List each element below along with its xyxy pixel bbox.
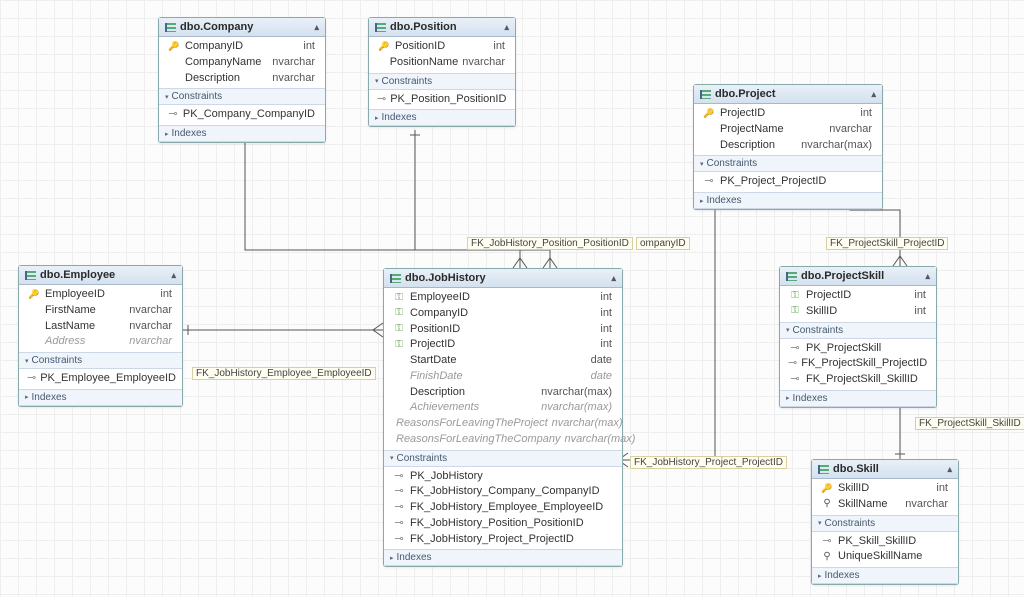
indexes-header[interactable]: ▸Indexes — [384, 549, 622, 566]
entity-jobhistory[interactable]: dbo.JobHistory ▴ EmployeeIDint CompanyID… — [383, 268, 623, 567]
indexes-header[interactable]: ▸Indexes — [159, 125, 325, 142]
indexes-header[interactable]: ▸Indexes — [812, 567, 958, 584]
collapse-icon[interactable]: ▴ — [947, 464, 952, 475]
constraint-row[interactable]: UniqueSkillName — [816, 549, 954, 565]
table-icon — [818, 465, 829, 474]
constraint-row[interactable]: FK_JobHistory_Employee_EmployeeID — [388, 500, 618, 516]
constraints-header[interactable]: ▾Constraints — [780, 322, 936, 339]
indexes-header[interactable]: ▸Indexes — [369, 109, 515, 126]
column-row[interactable]: CompanyIDint — [388, 306, 618, 322]
column-row[interactable]: SkillIDint — [784, 304, 932, 320]
constraints-header[interactable]: ▾Constraints — [694, 155, 882, 172]
column-row[interactable]: CompanyNamenvarchar — [163, 55, 321, 71]
table-icon — [700, 90, 711, 99]
column-row[interactable]: ProjectIDint — [698, 106, 878, 122]
entity-header[interactable]: dbo.Project ▴ — [694, 85, 882, 104]
constraint-row[interactable]: PK_JobHistory — [388, 469, 618, 485]
column-row[interactable]: CompanyIDint — [163, 39, 321, 55]
column-row[interactable]: PositionIDint — [388, 322, 618, 338]
column-row[interactable]: FinishDatedate — [388, 369, 618, 385]
table-icon — [390, 274, 401, 283]
fk-label-jh-emp: FK_JobHistory_Employee_EmployeeID — [192, 367, 376, 380]
column-row[interactable]: ReasonsForLeavingTheCompanynvarchar(max) — [388, 432, 618, 448]
fk-label-jh-pos: FK_JobHistory_Position_PositionID — [467, 237, 633, 250]
entity-title: dbo.Skill — [833, 463, 943, 475]
indexes-header[interactable]: ▸Indexes — [780, 390, 936, 407]
constraints-header[interactable]: ▾Constraints — [19, 352, 182, 369]
entity-company[interactable]: dbo.Company ▴ CompanyIDint CompanyNamenv… — [158, 17, 326, 143]
column-row[interactable]: PositionIDint — [373, 39, 511, 55]
entity-header[interactable]: dbo.Skill ▴ — [812, 460, 958, 479]
column-row[interactable]: Descriptionnvarchar(max) — [388, 385, 618, 401]
entity-title: dbo.Project — [715, 88, 867, 100]
entity-position[interactable]: dbo.Position ▴ PositionIDint PositionNam… — [368, 17, 516, 127]
entity-header[interactable]: dbo.Company ▴ — [159, 18, 325, 37]
collapse-icon[interactable]: ▴ — [504, 22, 509, 33]
constraint-row[interactable]: FK_JobHistory_Company_CompanyID — [388, 484, 618, 500]
entity-employee[interactable]: dbo.Employee ▴ EmployeeIDint FirstNamenv… — [18, 265, 183, 407]
constraint-row[interactable]: PK_Employee_EmployeeID — [23, 371, 178, 387]
entity-title: dbo.JobHistory — [405, 272, 607, 284]
collapse-icon[interactable]: ▴ — [611, 273, 616, 284]
column-row[interactable]: Addressnvarchar — [23, 334, 178, 350]
column-row[interactable]: EmployeeIDint — [388, 290, 618, 306]
entity-title: dbo.Employee — [40, 269, 167, 281]
collapse-icon[interactable]: ▴ — [871, 89, 876, 100]
entity-projectskill[interactable]: dbo.ProjectSkill ▴ ProjectIDint SkillIDi… — [779, 266, 937, 408]
constraint-row[interactable]: PK_ProjectSkill — [784, 341, 932, 357]
entity-skill[interactable]: dbo.Skill ▴ SkillIDint SkillNamenvarchar… — [811, 459, 959, 585]
column-row[interactable]: StartDatedate — [388, 353, 618, 369]
column-row[interactable]: SkillNamenvarchar — [816, 497, 954, 513]
fk-label-ps-skill: FK_ProjectSkill_SkillID — [915, 417, 1024, 430]
entity-header[interactable]: dbo.JobHistory ▴ — [384, 269, 622, 288]
entity-header[interactable]: dbo.Position ▴ — [369, 18, 515, 37]
indexes-header[interactable]: ▸Indexes — [694, 192, 882, 209]
constraint-row[interactable]: FK_JobHistory_Project_ProjectID — [388, 532, 618, 548]
constraints-header[interactable]: ▾Constraints — [384, 450, 622, 467]
constraint-row[interactable]: PK_Skill_SkillID — [816, 534, 954, 550]
constraints-header[interactable]: ▾Constraints — [159, 88, 325, 105]
fk-label-jh-comp: ompanyID — [636, 237, 690, 250]
collapse-icon[interactable]: ▴ — [171, 270, 176, 281]
entity-header[interactable]: dbo.Employee ▴ — [19, 266, 182, 285]
constraint-row[interactable]: PK_Company_CompanyID — [163, 107, 321, 123]
constraint-row[interactable]: FK_ProjectSkill_SkillID — [784, 372, 932, 388]
constraint-row[interactable]: FK_JobHistory_Position_PositionID — [388, 516, 618, 532]
column-row[interactable]: SkillIDint — [816, 481, 954, 497]
constraint-row[interactable]: FK_ProjectSkill_ProjectID — [784, 356, 932, 372]
table-icon — [375, 23, 386, 32]
column-row[interactable]: ReasonsForLeavingTheProjectnvarchar(max) — [388, 416, 618, 432]
constraints-header[interactable]: ▾Constraints — [369, 73, 515, 90]
column-row[interactable]: ProjectIDint — [388, 337, 618, 353]
table-icon — [25, 271, 36, 280]
table-icon — [786, 272, 797, 281]
entity-title: dbo.Position — [390, 21, 500, 33]
column-row[interactable]: Achievementsnvarchar(max) — [388, 400, 618, 416]
column-row[interactable]: EmployeeIDint — [23, 287, 178, 303]
entity-project[interactable]: dbo.Project ▴ ProjectIDint ProjectNamenv… — [693, 84, 883, 210]
collapse-icon[interactable]: ▴ — [925, 271, 930, 282]
constraints-header[interactable]: ▾Constraints — [812, 515, 958, 532]
indexes-header[interactable]: ▸Indexes — [19, 389, 182, 406]
column-row[interactable]: ProjectIDint — [784, 288, 932, 304]
entity-title: dbo.ProjectSkill — [801, 270, 921, 282]
column-row[interactable]: Descriptionnvarchar — [163, 71, 321, 87]
column-row[interactable]: Descriptionnvarchar(max) — [698, 138, 878, 154]
collapse-icon[interactable]: ▴ — [314, 22, 319, 33]
constraint-row[interactable]: PK_Project_ProjectID — [698, 174, 878, 190]
fk-label-jh-proj: FK_JobHistory_Project_ProjectID — [630, 456, 787, 469]
entity-header[interactable]: dbo.ProjectSkill ▴ — [780, 267, 936, 286]
column-row[interactable]: FirstNamenvarchar — [23, 303, 178, 319]
table-icon — [165, 23, 176, 32]
fk-label-ps-proj: FK_ProjectSkill_ProjectID — [826, 237, 948, 250]
column-row[interactable]: LastNamenvarchar — [23, 319, 178, 335]
columns-section: CompanyIDint CompanyNamenvarchar Descrip… — [159, 37, 325, 88]
constraint-row[interactable]: PK_Position_PositionID — [373, 92, 511, 108]
entity-title: dbo.Company — [180, 21, 310, 33]
column-row[interactable]: PositionNamenvarchar — [373, 55, 511, 71]
column-row[interactable]: ProjectNamenvarchar — [698, 122, 878, 138]
